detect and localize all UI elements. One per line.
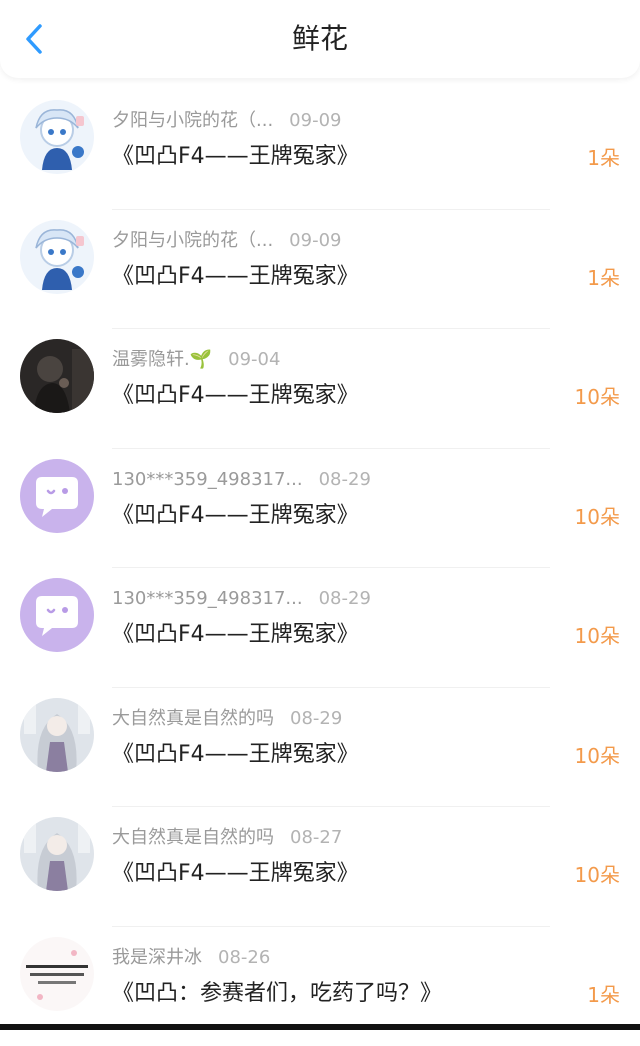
user-name[interactable]: 大自然真是自然的吗	[112, 708, 274, 729]
avatar[interactable]	[20, 817, 94, 891]
item-meta: 夕阳与小院的花（... 09-09	[112, 110, 341, 132]
flower-list: 夕阳与小院的花（... 09-09 《凹凸F4——王牌冤家》 1朵 夕阳与小院的花…	[0, 90, 640, 1046]
book-title[interactable]: 《凹凸F4——王牌冤家》	[112, 859, 359, 889]
avatar[interactable]	[20, 937, 94, 1011]
item-date: 09-04	[228, 349, 280, 370]
list-item[interactable]: 大自然真是自然的吗 08-29 《凹凸F4——王牌冤家》 10朵	[0, 688, 640, 808]
item-date: 09-09	[289, 230, 341, 251]
user-name[interactable]: 夕阳与小院的花（...	[112, 230, 273, 251]
item-meta: 温雾隐轩.🌱 09-04	[112, 349, 280, 371]
user-name[interactable]: 我是深井冰	[112, 947, 202, 968]
user-name[interactable]: 130***359_498317...	[112, 588, 303, 609]
flower-count: 10朵	[575, 384, 620, 410]
flower-count: 1朵	[587, 265, 620, 291]
list-item[interactable]: 夕阳与小院的花（... 09-09 《凹凸F4——王牌冤家》 1朵	[0, 210, 640, 330]
avatar[interactable]	[20, 220, 94, 294]
dark-photo-avatar-icon	[20, 339, 94, 413]
long-hair-girl-avatar-icon	[20, 817, 94, 891]
flower-count: 1朵	[587, 982, 620, 1008]
flower-count: 10朵	[575, 623, 620, 649]
book-title[interactable]: 《凹凸F4——王牌冤家》	[112, 262, 359, 292]
list-item[interactable]: 130***359_498317... 08-29 《凹凸F4——王牌冤家》 10…	[0, 449, 640, 569]
item-meta: 大自然真是自然的吗 08-27	[112, 827, 342, 849]
list-item[interactable]: 温雾隐轩.🌱 09-04 《凹凸F4——王牌冤家》 10朵	[0, 329, 640, 449]
default-chat-avatar-icon	[20, 459, 94, 533]
avatar[interactable]	[20, 339, 94, 413]
item-date: 08-29	[319, 469, 371, 490]
book-title[interactable]: 《凹凸：参赛者们，吃药了吗？》	[112, 979, 442, 1009]
avatar[interactable]	[20, 698, 94, 772]
user-name[interactable]: 大自然真是自然的吗	[112, 827, 274, 848]
item-meta: 夕阳与小院的花（... 09-09	[112, 230, 341, 252]
top-bar: 鲜花	[0, 0, 640, 78]
item-date: 08-29	[290, 708, 342, 729]
item-date: 08-27	[290, 827, 342, 848]
item-date: 08-29	[319, 588, 371, 609]
long-hair-girl-avatar-icon	[20, 698, 94, 772]
list-item[interactable]: 夕阳与小院的花（... 09-09 《凹凸F4——王牌冤家》 1朵	[0, 90, 640, 210]
book-title[interactable]: 《凹凸F4——王牌冤家》	[112, 381, 359, 411]
list-item[interactable]: 大自然真是自然的吗 08-27 《凹凸F4——王牌冤家》 10朵	[0, 807, 640, 927]
book-title[interactable]: 《凹凸F4——王牌冤家》	[112, 142, 359, 172]
user-name[interactable]: 130***359_498317...	[112, 469, 303, 490]
anime-girl-avatar-icon	[20, 220, 94, 294]
avatar[interactable]	[20, 459, 94, 533]
page-title: 鲜花	[0, 22, 640, 56]
item-date: 08-26	[218, 947, 270, 968]
flower-count: 10朵	[575, 743, 620, 769]
item-meta: 我是深井冰 08-26	[112, 947, 270, 969]
user-name[interactable]: 温雾隐轩.🌱	[112, 349, 212, 370]
book-title[interactable]: 《凹凸F4——王牌冤家》	[112, 740, 359, 770]
item-meta: 大自然真是自然的吗 08-29	[112, 708, 342, 730]
avatar[interactable]	[20, 578, 94, 652]
list-item[interactable]: 130***359_498317... 08-29 《凹凸F4——王牌冤家》 10…	[0, 568, 640, 688]
flower-count: 1朵	[587, 145, 620, 171]
book-title[interactable]: 《凹凸F4——王牌冤家》	[112, 620, 359, 650]
item-meta: 130***359_498317... 08-29	[112, 469, 371, 491]
book-title[interactable]: 《凹凸F4——王牌冤家》	[112, 501, 359, 531]
user-name[interactable]: 夕阳与小院的花（...	[112, 110, 273, 131]
bottom-edge	[0, 1024, 640, 1030]
item-meta: 130***359_498317... 08-29	[112, 588, 371, 610]
flower-count: 10朵	[575, 504, 620, 530]
anime-girl-avatar-icon	[20, 100, 94, 174]
text-logo-avatar-icon	[20, 937, 94, 1011]
default-chat-avatar-icon	[20, 578, 94, 652]
avatar[interactable]	[20, 100, 94, 174]
item-date: 09-09	[289, 110, 341, 131]
flower-count: 10朵	[575, 862, 620, 888]
